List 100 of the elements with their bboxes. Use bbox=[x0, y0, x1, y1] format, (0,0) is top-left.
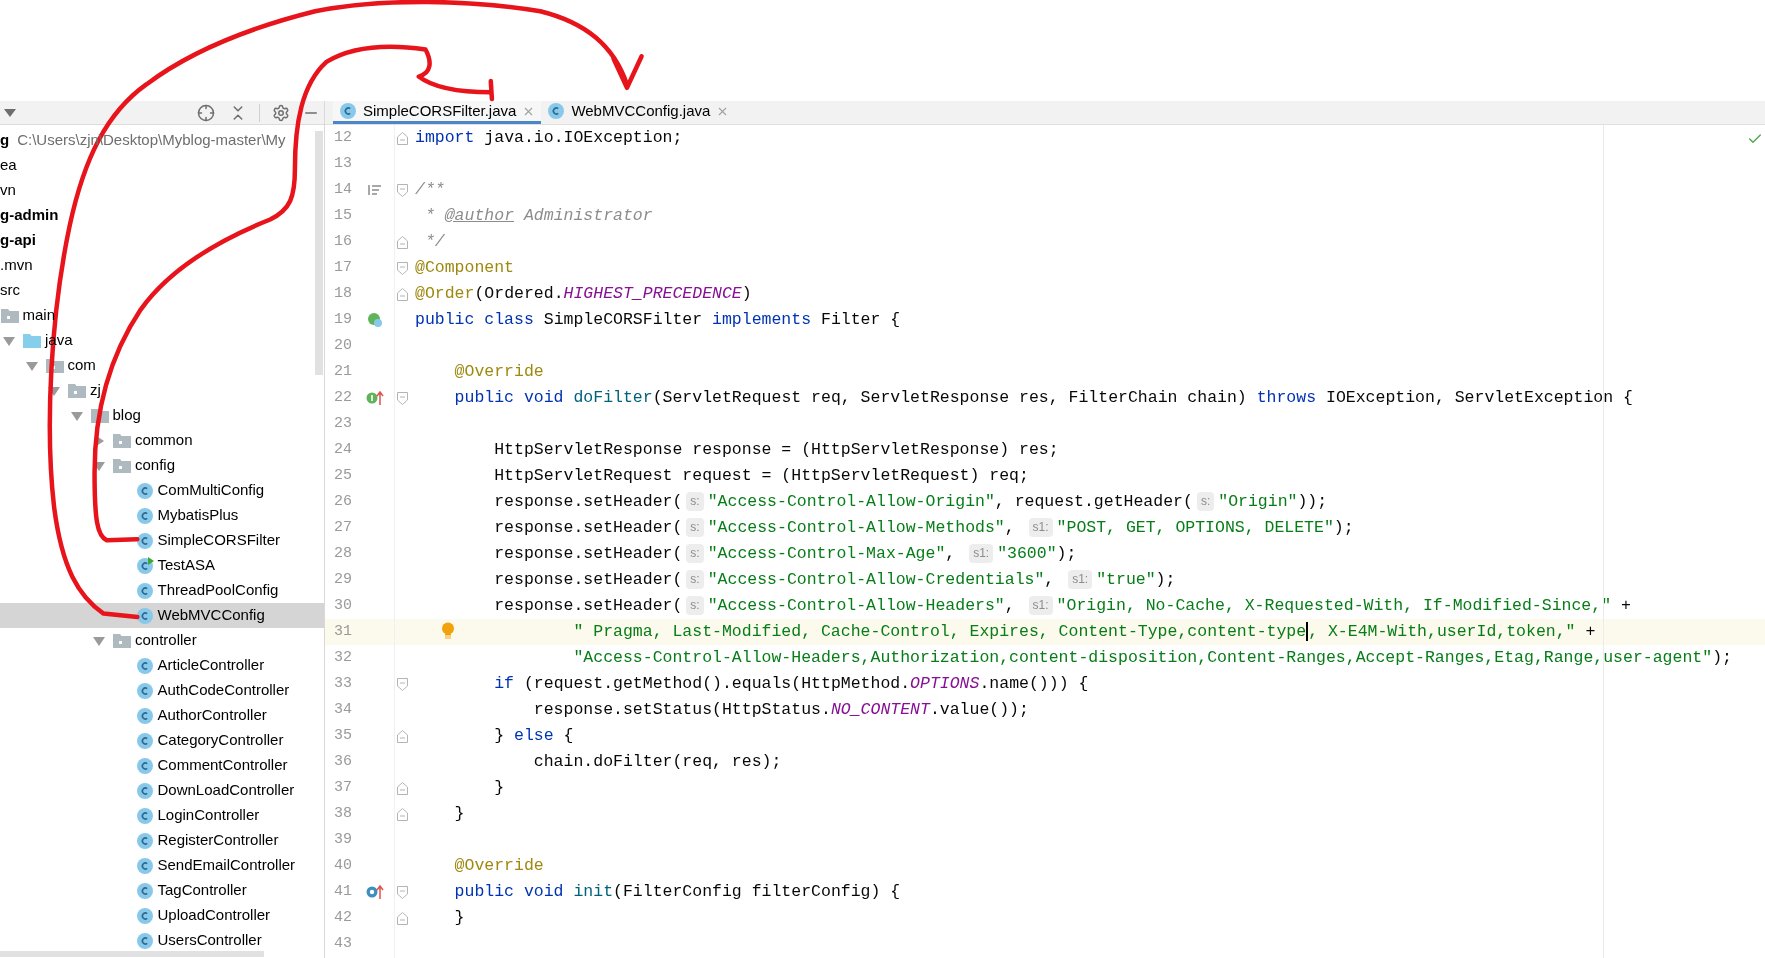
tree-item[interactable]: TagController bbox=[0, 878, 324, 903]
tree-item[interactable]: WebMVCConfig bbox=[0, 603, 324, 628]
tree-item[interactable]: ComMultiConfig bbox=[0, 478, 324, 503]
tree-item[interactable]: SendEmailController bbox=[0, 853, 324, 878]
locate-icon[interactable] bbox=[197, 103, 215, 122]
editor-tab[interactable]: WebMVCConfig.java bbox=[541, 101, 736, 124]
expanded-arrow-icon[interactable] bbox=[25, 359, 38, 372]
expanded-arrow-icon[interactable] bbox=[93, 634, 105, 647]
code-line: } bbox=[493, 776, 505, 799]
tree-item[interactable]: DownLoadController bbox=[0, 778, 324, 803]
line-number: 43 bbox=[334, 933, 353, 954]
fold-marker-icon[interactable] bbox=[397, 781, 408, 795]
tree-item[interactable]: MybatisPlus bbox=[0, 503, 324, 528]
code-line: HttpServletRequest request = (HttpServletRequest) req; bbox=[493, 464, 1029, 487]
scrollbar-thumb[interactable] bbox=[0, 951, 264, 957]
code-line: /** bbox=[415, 178, 445, 201]
line-number: 26 bbox=[334, 491, 353, 512]
line-number: 27 bbox=[334, 517, 353, 538]
editor-tab[interactable]: SimpleCORSFilter.java bbox=[333, 101, 542, 124]
line-number: 24 bbox=[334, 439, 353, 460]
tree-item[interactable]: AuthorController bbox=[0, 703, 324, 728]
class-gutter-icon[interactable] bbox=[367, 312, 383, 328]
rendered-doc-icon[interactable] bbox=[368, 184, 382, 196]
tree-item[interactable]: zj bbox=[0, 378, 324, 403]
code-line: response.setHeader( s: "Access-Control-Max-Age", s1: "3600"); bbox=[493, 542, 1077, 565]
fold-marker-icon[interactable] bbox=[397, 911, 408, 925]
scrollbar-thumb[interactable] bbox=[315, 131, 323, 375]
folder-icon bbox=[23, 333, 41, 348]
line-number: 28 bbox=[334, 543, 353, 564]
line-number: 35 bbox=[334, 725, 353, 746]
code-line: response.setHeader( s: "Access-Control-Allow-Credentials", s1: "true"); bbox=[493, 568, 1176, 591]
fold-marker-icon[interactable] bbox=[397, 131, 408, 145]
line-number: 36 bbox=[334, 751, 353, 772]
settings-icon[interactable] bbox=[272, 103, 290, 122]
line-number: 25 bbox=[334, 465, 353, 486]
expanded-arrow-icon[interactable] bbox=[70, 409, 83, 422]
code-line: import java.io.IOException; bbox=[415, 126, 683, 149]
line-number: 22 bbox=[334, 387, 353, 408]
code-line: } else { bbox=[493, 724, 574, 747]
line-number: 16 bbox=[334, 231, 353, 252]
code-line: @Override bbox=[453, 360, 544, 383]
tree-item[interactable]: blog bbox=[0, 403, 324, 428]
tree-item[interactable]: ea bbox=[0, 153, 324, 178]
line-number: 14 bbox=[334, 179, 353, 200]
lightbulb-icon[interactable] bbox=[441, 622, 455, 641]
tree-item[interactable]: AuthCodeController bbox=[0, 678, 324, 703]
tree-item[interactable]: main bbox=[0, 303, 324, 328]
tree-item[interactable]: config bbox=[0, 453, 324, 478]
line-number: 23 bbox=[334, 413, 353, 434]
line-number: 37 bbox=[334, 777, 353, 798]
fold-marker-icon[interactable] bbox=[397, 235, 408, 249]
fold-marker-icon[interactable] bbox=[397, 729, 408, 743]
line-number: 15 bbox=[334, 205, 353, 226]
tree-item[interactable]: ThreadPoolConfig bbox=[0, 578, 324, 603]
override-marker-icon[interactable] bbox=[366, 884, 384, 900]
tree-item[interactable]: SimpleCORSFilter bbox=[0, 528, 324, 553]
line-number: 20 bbox=[334, 335, 353, 356]
folder-icon bbox=[113, 633, 131, 648]
tree-item[interactable]: g-api bbox=[0, 228, 324, 253]
tree-item[interactable]: UsersController bbox=[0, 928, 324, 953]
fold-marker-icon[interactable] bbox=[397, 885, 408, 899]
expanded-arrow-icon[interactable] bbox=[3, 334, 15, 347]
code-line: @Order(Ordered.HIGHEST_PRECEDENCE) bbox=[415, 282, 752, 305]
line-number: 32 bbox=[334, 647, 353, 668]
class-icon bbox=[339, 102, 357, 120]
dropdown-caret-icon[interactable] bbox=[4, 108, 16, 117]
tree-item[interactable]: LoginController bbox=[0, 803, 324, 828]
tree-item[interactable]: com bbox=[0, 353, 324, 378]
tree-item[interactable]: g-admin bbox=[0, 203, 324, 228]
line-number: 30 bbox=[334, 595, 353, 616]
line-number: 13 bbox=[334, 153, 353, 174]
fold-marker-icon[interactable] bbox=[397, 287, 408, 301]
tree-item[interactable]: vn bbox=[0, 178, 324, 203]
code-line: } bbox=[453, 802, 465, 825]
fold-marker-icon[interactable] bbox=[397, 183, 408, 197]
tree-item[interactable]: TestASA bbox=[0, 553, 324, 578]
tree-item[interactable]: src bbox=[0, 278, 324, 303]
tree-item[interactable]: ArticleController bbox=[0, 653, 324, 678]
code-line: } bbox=[453, 906, 465, 929]
line-number: 40 bbox=[334, 855, 353, 876]
line-number: 31 bbox=[334, 621, 353, 642]
tree-item[interactable]: controller bbox=[0, 628, 324, 653]
class-icon bbox=[547, 102, 566, 120]
line-number: 42 bbox=[334, 907, 353, 928]
tree-item[interactable]: .mvn bbox=[0, 253, 324, 278]
code-line: HttpServletResponse response = (HttpServletResponse) res; bbox=[493, 438, 1059, 461]
code-line: public void doFilter(ServletRequest req, ServletResponse res, FilterChain chain) throws IOException, ServletException { bbox=[453, 386, 1633, 409]
fold-marker-icon[interactable] bbox=[397, 261, 408, 275]
fold-marker-icon[interactable] bbox=[397, 807, 408, 821]
code-line: response.setStatus(HttpStatus.NO_CONTENT.value()); bbox=[532, 698, 1029, 721]
implements-marker-icon[interactable] bbox=[366, 390, 384, 406]
tree-item[interactable]: CommentController bbox=[0, 753, 324, 778]
tree-item[interactable]: CategoryController bbox=[0, 728, 324, 753]
code-line: public class SimpleCORSFilter implements Filter { bbox=[415, 308, 901, 331]
code-line: * @author Administrator bbox=[423, 204, 653, 227]
tree-item[interactable]: UploadController bbox=[0, 903, 324, 928]
fold-marker-icon[interactable] bbox=[397, 391, 408, 405]
folder-icon bbox=[113, 458, 131, 473]
fold-marker-icon[interactable] bbox=[397, 677, 408, 691]
tree-item[interactable]: RegisterController bbox=[0, 828, 324, 853]
